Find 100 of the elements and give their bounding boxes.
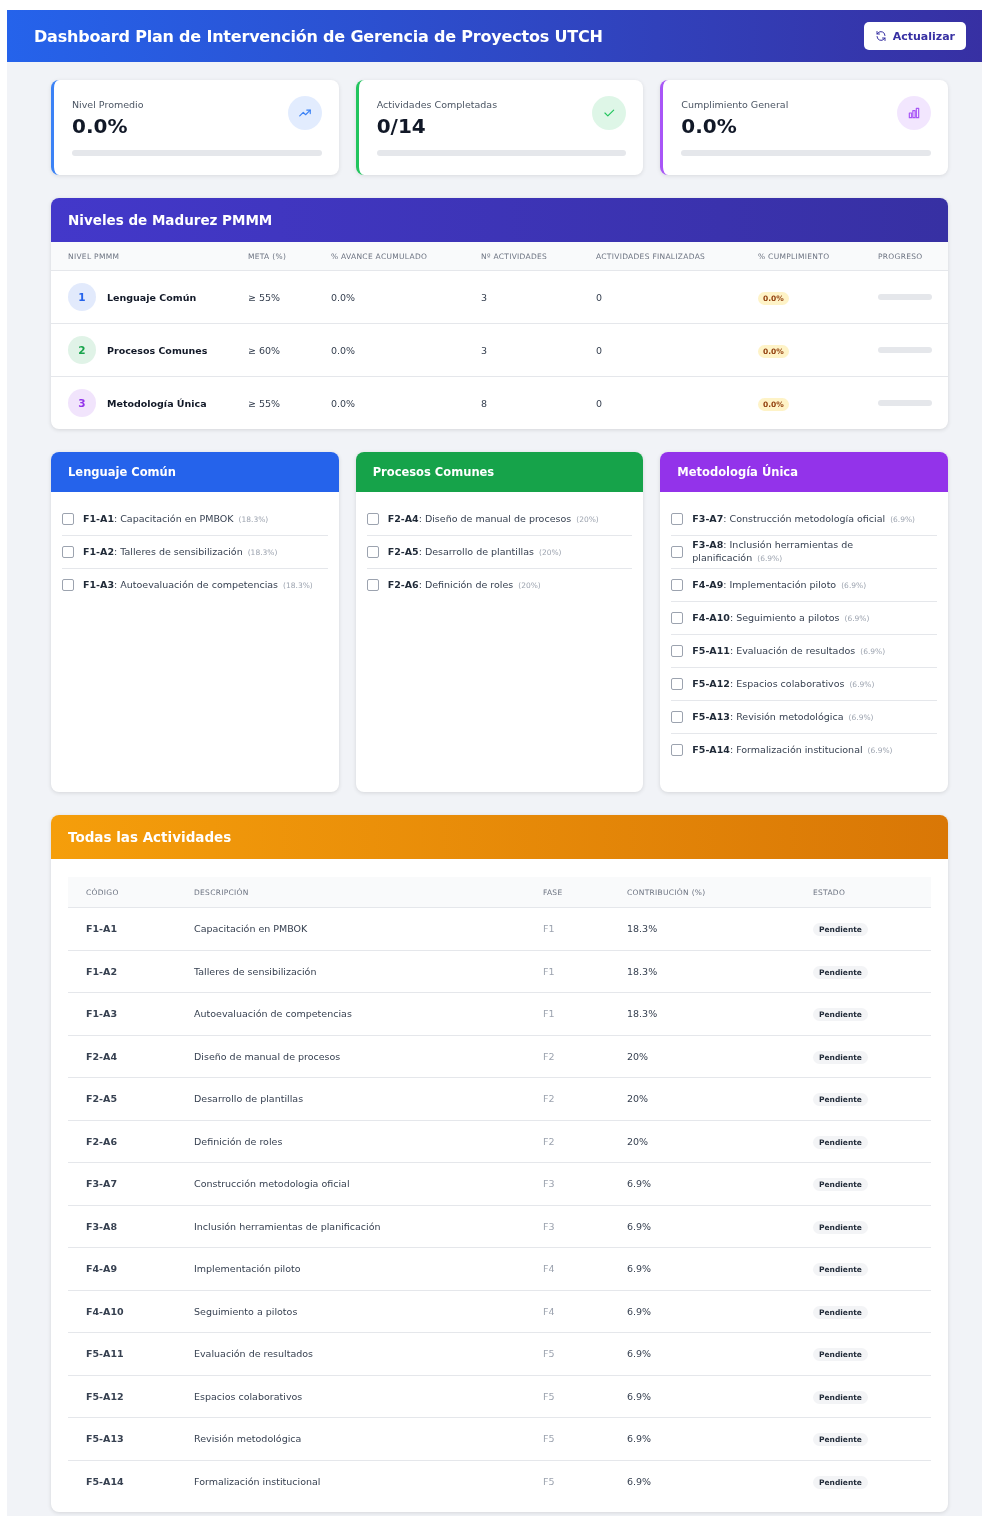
checkbox[interactable] [671, 678, 684, 690]
table-cell-text: 0 [596, 291, 604, 303]
table-cell-text: 6.9% [627, 1220, 653, 1232]
card-title: Lenguaje Común [68, 465, 176, 479]
table-cell-text: F1-A2 [86, 965, 118, 977]
checkbox[interactable] [62, 579, 74, 591]
table-cell-text: 8 [481, 397, 489, 409]
table-cell-text: Desarrollo de plantillas [194, 1093, 305, 1105]
table-cell-text: 6.9% [627, 1305, 653, 1317]
level-badge: 3 [68, 389, 96, 417]
table-cell-text: F2 [543, 1135, 556, 1147]
bar-chart-icon [897, 96, 931, 130]
table-cell-text: 6.9% [627, 1475, 653, 1487]
table-cell-text: 0 [596, 344, 604, 356]
table-cell-text: 20% [627, 1050, 650, 1062]
checkbox[interactable] [671, 513, 684, 525]
table-cell-text: F2-A6 [86, 1135, 118, 1147]
table-cell-text: F5 [543, 1390, 556, 1402]
checkbox[interactable] [366, 546, 379, 558]
level-name: Procesos Comunes [107, 344, 208, 356]
table-cell-text: Autoevaluación de competencias [194, 1008, 353, 1020]
refresh-button[interactable]: Actualizar [863, 22, 966, 50]
table-cell-text: 6.9% [627, 1178, 653, 1190]
stat-value: 0/14 [376, 114, 427, 138]
table-cell-text: F5 [543, 1433, 556, 1445]
card-title: Metodología Única [677, 465, 798, 479]
table-cell-text: 18.3% [627, 923, 659, 935]
table-cell-text: Definición de roles [194, 1135, 284, 1147]
stat-label: Cumplimiento General [681, 99, 789, 110]
table-cell-text: F4-A10 [86, 1305, 125, 1317]
table-cell-text: F1-A3 [86, 1008, 118, 1020]
checkbox[interactable] [62, 546, 74, 558]
table-cell-text: Implementación piloto [194, 1263, 302, 1275]
level-name: Lenguaje Común [107, 291, 197, 303]
table-cell-text: F1-A1 [86, 923, 118, 935]
checkbox[interactable] [671, 744, 684, 756]
table-cell-text: 6.9% [627, 1263, 653, 1275]
table-cell-text: 3 [481, 344, 489, 356]
table-cell-text: F5-A11 [86, 1348, 125, 1360]
card-title: Todas las Actividades [68, 829, 232, 845]
table-cell-text: 20% [627, 1135, 650, 1147]
table-cell-text: Revisión metodológica [194, 1433, 303, 1445]
stat-value: 0.0% [681, 114, 738, 138]
table-cell-text: F2 [543, 1050, 556, 1062]
table-cell-text: Inclusión herramientas de planificación [194, 1220, 382, 1232]
table-cell-text: 0.0% [331, 344, 357, 356]
stat-label: Nivel Promedio [72, 99, 144, 110]
table-cell-text: Diseño de manual de procesos [194, 1050, 342, 1062]
checkbox[interactable] [671, 579, 684, 591]
table-cell-text: F4 [543, 1263, 556, 1275]
checkbox[interactable] [366, 513, 379, 525]
table-cell-text: F3 [543, 1220, 556, 1232]
table-cell-text: 18.3% [627, 965, 659, 977]
table-cell-text: Evaluación de resultados [194, 1348, 315, 1360]
table-cell-text: ≥ 60% [248, 344, 282, 356]
checkbox[interactable] [671, 546, 684, 558]
table-cell-text: F1 [543, 1008, 556, 1020]
table-cell-text: Espacios colaborativos [194, 1390, 304, 1402]
dashboard-title: Dashboard Plan de Intervención de Gerencia de Proyectos UTCH [34, 26, 603, 46]
table-cell-text: F4-A9 [86, 1263, 118, 1275]
table-cell-text: F3 [543, 1178, 556, 1190]
table-cell-text: ≥ 55% [248, 397, 282, 409]
table-cell-text: F5-A13 [86, 1433, 125, 1445]
table-cell-text: F1 [543, 965, 556, 977]
checkbox[interactable] [671, 612, 684, 624]
table-cell-text: ≥ 55% [248, 291, 282, 303]
table-cell-text: F5-A12 [86, 1390, 125, 1402]
checkbox[interactable] [671, 645, 684, 657]
table-cell-text: Construcción metodologia oficial [194, 1178, 351, 1190]
table-cell-text: 6.9% [627, 1390, 653, 1402]
table-cell-text: Seguimiento a pilotos [194, 1305, 299, 1317]
table-cell-text: F5-A14 [86, 1475, 125, 1487]
checkbox[interactable] [62, 513, 74, 525]
stat-value: 0.0% [72, 114, 129, 138]
checkbox[interactable] [671, 711, 684, 723]
table-cell-text: 6.9% [627, 1433, 653, 1445]
table-cell-text: 0.0% [331, 291, 357, 303]
card-title: Procesos Comunes [372, 465, 495, 479]
level-badge: 1 [68, 283, 96, 311]
table-cell-text: F4 [543, 1305, 556, 1317]
level-name: Metodología Única [107, 397, 207, 409]
table-cell-text: Capacitación en PMBOK [194, 923, 309, 935]
table-cell-text: 0 [596, 397, 604, 409]
table-cell-text: F2-A4 [86, 1050, 118, 1062]
table-cell-text: 3 [481, 291, 489, 303]
refresh-icon [874, 30, 887, 42]
trend-up-icon [287, 96, 322, 130]
stat-label: Actividades Completadas [376, 99, 498, 110]
table-cell-text: Talleres de sensibilización [194, 965, 318, 977]
table-cell-text: F2 [543, 1093, 556, 1105]
checkbox[interactable] [366, 579, 379, 591]
table-cell-text: F5 [543, 1475, 556, 1487]
table-cell-text: F3-A7 [86, 1178, 118, 1190]
table-cell-text: 20% [627, 1093, 650, 1105]
table-cell-text: 18.3% [627, 1008, 659, 1020]
table-cell-text: F1 [543, 923, 556, 935]
table-cell-text: 6.9% [627, 1348, 653, 1360]
level-badge: 2 [68, 336, 96, 364]
table-cell-text: F3-A8 [86, 1220, 118, 1232]
check-icon [592, 96, 627, 130]
